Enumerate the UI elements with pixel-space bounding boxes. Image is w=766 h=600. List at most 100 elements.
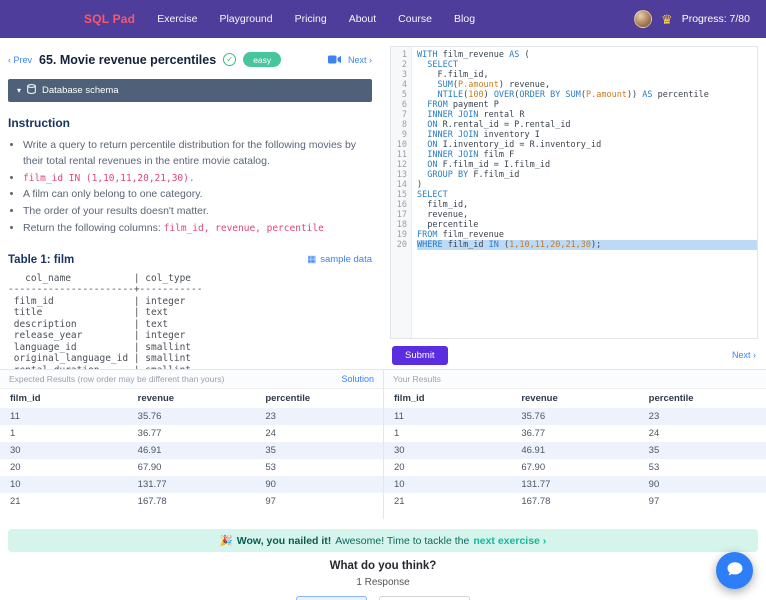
code-line[interactable]: SUM(P.amount) revenue, <box>417 80 757 90</box>
code-line[interactable]: GROUP BY F.film_id <box>417 170 757 180</box>
line-number: 5 <box>401 90 407 100</box>
line-number: 3 <box>401 70 407 80</box>
database-schema-toggle[interactable]: ▾ Database schema <box>8 79 372 102</box>
line-number: 8 <box>401 120 407 130</box>
column-header: percentile <box>265 393 311 404</box>
nav-item-exercise[interactable]: Exercise <box>157 13 197 25</box>
table-cell: 90 <box>648 479 660 490</box>
table-cell: 20 <box>10 462 21 473</box>
expected-results-heading: Expected Results (row order may be diffe… <box>9 374 225 384</box>
expected-results-table: film_id revenue percentile 11 35.76 23 1 36.… <box>0 389 383 510</box>
code-line[interactable]: SELECT <box>417 60 757 70</box>
table-cell: 67.90 <box>521 462 546 473</box>
brand-logo[interactable]: SQL Pad <box>84 12 135 26</box>
line-number: 14 <box>396 180 407 190</box>
table-header-row: film_id revenue percentile <box>0 389 383 408</box>
next-exercise-link[interactable]: next exercise › <box>473 535 546 547</box>
video-icon[interactable] <box>327 55 341 64</box>
instruction-item: A film can only belong to one category. <box>23 187 372 203</box>
solution-link[interactable]: Solution <box>341 374 374 384</box>
results-section: Expected Results (row order may be diffe… <box>0 369 766 519</box>
database-icon <box>27 84 36 97</box>
line-number: 13 <box>396 170 407 180</box>
banner-text: Awesome! Time to tackle the <box>335 534 470 547</box>
code-line[interactable]: ON R.rental_id = P.rental_id <box>417 120 757 130</box>
code-line[interactable]: percentile <box>417 220 757 230</box>
editor-next-link[interactable]: Next › <box>732 350 756 360</box>
nav-item-about[interactable]: About <box>349 13 376 25</box>
table-row: 1 36.77 24 <box>384 425 766 442</box>
nav-item-course[interactable]: Course <box>398 13 432 25</box>
table-cell: 36.77 <box>137 428 162 439</box>
table-cell: 167.78 <box>137 496 167 507</box>
code-line[interactable]: ON F.film_id = I.film_id <box>417 160 757 170</box>
feedback-buttons: 👍 Upvote 😣 Challenging <box>0 596 766 600</box>
column-header: percentile <box>648 393 694 404</box>
sample-data-link[interactable]: ▦ sample data <box>307 254 372 265</box>
nav-item-playground[interactable]: Playground <box>219 13 272 25</box>
table-cell: 46.91 <box>137 445 162 456</box>
nav-item-pricing[interactable]: Pricing <box>295 13 327 25</box>
submit-button[interactable]: Submit <box>392 345 448 365</box>
crown-icon: ♛ <box>661 11 673 27</box>
code-line[interactable]: ON I.inventory_id = R.inventory_id <box>417 140 757 150</box>
editor-panel: 1 2 3 4 5 6 7 8 9 10 11 12 13 14 15 16 17 18 19 20 WITH fil… <box>382 38 766 369</box>
code-line[interactable]: INNER JOIN rental R <box>417 110 757 120</box>
code-line[interactable]: WHERE film_id IN (1,10,11,20,21,30); <box>417 240 757 250</box>
code-line[interactable]: FROM payment P <box>417 100 757 110</box>
next-link[interactable]: Next › <box>348 55 372 65</box>
table-cell: 1 <box>394 428 400 439</box>
code-line[interactable]: SELECT <box>417 190 757 200</box>
line-number: 20 <box>396 240 407 250</box>
avatar[interactable] <box>634 10 653 28</box>
main-split: ‹ Prev 65. Movie revenue percentiles ✓ e… <box>0 38 766 369</box>
code-line[interactable]: ) <box>417 180 757 190</box>
code-line[interactable]: NTILE(100) OVER(ORDER BY SUM(P.amount)) … <box>417 90 757 100</box>
line-number: 4 <box>401 80 407 90</box>
line-number: 12 <box>396 160 407 170</box>
table-cell: 24 <box>648 428 660 439</box>
table-row: 1 36.77 24 <box>0 425 383 442</box>
code-line[interactable]: WITH film_revenue AS ( <box>417 50 757 60</box>
table-header-row: film_id revenue percentile <box>384 389 766 408</box>
line-number: 7 <box>401 110 407 120</box>
table-cell: 11 <box>10 411 20 422</box>
challenging-button[interactable]: 😣 Challenging <box>378 596 470 600</box>
upvote-button[interactable]: 👍 Upvote <box>296 596 367 600</box>
chat-widget-button[interactable] <box>716 552 753 589</box>
table-cell: 131.77 <box>137 479 167 490</box>
code-line[interactable]: FROM film_revenue <box>417 230 757 240</box>
code-line[interactable]: revenue, <box>417 210 757 220</box>
schema-toggle-label: Database schema <box>42 85 119 96</box>
editor-code[interactable]: WITH film_revenue AS ( SELECT F.film_id,… <box>412 47 757 338</box>
code-line[interactable]: INNER JOIN inventory I <box>417 130 757 140</box>
line-number: 10 <box>396 140 407 150</box>
editor-gutter: 1 2 3 4 5 6 7 8 9 10 11 12 13 14 15 16 17 18 19 20 <box>391 47 412 338</box>
chevron-down-icon: ▾ <box>17 86 22 95</box>
nav-item-blog[interactable]: Blog <box>454 13 475 25</box>
code-line[interactable]: film_id, <box>417 200 757 210</box>
table-cell: 21 <box>394 496 405 507</box>
chat-icon <box>726 560 744 581</box>
exercise-title: 65. Movie revenue percentiles <box>39 52 217 67</box>
success-banner: 🎉 Wow, you nailed it! Awesome! Time to t… <box>8 529 758 552</box>
sql-editor[interactable]: 1 2 3 4 5 6 7 8 9 10 11 12 13 14 15 16 17 18 19 20 WITH fil… <box>390 46 758 339</box>
table-icon: ▦ <box>307 254 317 265</box>
table-cell: 46.91 <box>521 445 546 456</box>
prev-link[interactable]: ‹ Prev <box>8 55 32 65</box>
table-cell: 30 <box>394 445 405 456</box>
line-number: 11 <box>396 150 407 160</box>
column-header: revenue <box>137 393 175 404</box>
table-row: 21 167.78 97 <box>384 493 766 510</box>
line-number: 17 <box>396 210 407 220</box>
table-row: 20 67.90 53 <box>0 459 383 476</box>
your-results-panel: Your Results film_id revenue percentile … <box>383 370 766 519</box>
table-cell: 67.90 <box>137 462 162 473</box>
instruction-heading: Instruction <box>8 116 70 130</box>
table-cell: 10 <box>394 479 405 490</box>
code-line[interactable]: F.film_id, <box>417 70 757 80</box>
code-line[interactable]: INNER JOIN film F <box>417 150 757 160</box>
table-cell: 97 <box>648 496 660 507</box>
instruction-item: The order of your results doesn't matter… <box>23 204 372 220</box>
table-row: 21 167.78 97 <box>0 493 383 510</box>
